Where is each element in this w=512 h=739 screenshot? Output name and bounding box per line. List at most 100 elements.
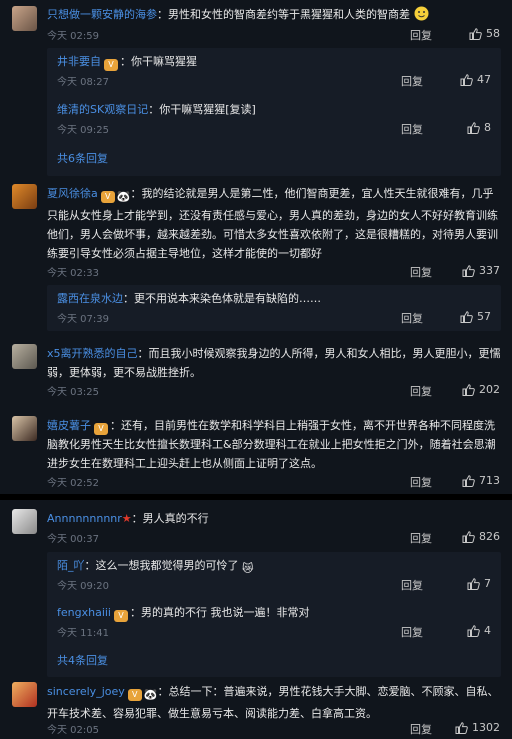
reply-button[interactable]: 回复 [410, 721, 432, 737]
username-link[interactable]: 陌_吖 [57, 559, 85, 572]
avatar[interactable] [12, 682, 37, 707]
like-count: 713 [479, 474, 500, 487]
reply-button[interactable]: 回复 [401, 121, 423, 137]
like-button[interactable]: 57 [460, 310, 491, 323]
like-count: 7 [484, 577, 491, 590]
comment-meta: 今天 02:59 回复 58 [47, 27, 500, 43]
username-link[interactable]: 露西在泉水边 [57, 292, 123, 305]
comment-meta: 今天 02:52 回复 713 [47, 474, 500, 490]
vip-badge-icon: V [127, 689, 142, 701]
sub-reply-text: fengxhaiii V ：男的真的不行 我也说一遍！非常对 [57, 606, 310, 622]
like-count: 57 [477, 310, 491, 323]
sub-reply-text: 维清的SK观察日记：你干嘛骂猩猩[复读] [57, 103, 256, 116]
thumb-up-icon [467, 577, 480, 590]
more-replies-link[interactable]: 共6条回复 [57, 150, 108, 166]
like-button[interactable]: 1302 [455, 721, 500, 734]
vip-badge-icon: V [104, 59, 118, 71]
username-link[interactable]: sincerely_joey [47, 685, 125, 698]
sub-reply-meta: 今天 07:39 回复 57 [57, 310, 491, 326]
like-button[interactable]: 4 [467, 624, 491, 637]
like-count: 47 [477, 73, 491, 86]
comment-time: 今天 02:52 [47, 478, 99, 489]
reply-button[interactable]: 回复 [401, 73, 423, 89]
panda-icon: 🐼 [116, 190, 131, 203]
sub-replies: 陌_吖：这么一想我都觉得男的可怜了 😿 今天 09:20 回复 7 fengxh… [47, 552, 501, 677]
comment-meta: 今天 02:05 回复 1302 [47, 721, 500, 737]
comment-time: 今天 02:05 [47, 725, 99, 736]
sub-replies: 露西在泉水边：更不用说本来染色体就是有缺陷的…… 今天 07:39 回复 57 [47, 285, 501, 331]
thumb-up-icon [462, 383, 475, 396]
comment-time: 今天 02:33 [47, 268, 99, 279]
star-badge-icon: ★ [121, 512, 132, 525]
comment-meta: 今天 00:37 回复 826 [47, 530, 500, 546]
like-button[interactable]: 47 [460, 73, 491, 86]
like-button[interactable]: 202 [462, 383, 500, 396]
reply-button[interactable]: 回复 [410, 474, 432, 490]
reply-time: 今天 08:27 [57, 77, 109, 88]
avatar[interactable] [12, 509, 37, 534]
like-count: 202 [479, 383, 500, 396]
vip-badge-icon: V [94, 423, 108, 435]
username-link[interactable]: 维清的SK观察日记 [57, 103, 148, 116]
username-link[interactable]: x5离开熟悉的自己 [47, 347, 138, 360]
thumb-up-icon [460, 310, 473, 323]
comment-meta: 今天 02:33 回复 337 [47, 264, 500, 280]
reply-button[interactable]: 回复 [401, 310, 423, 326]
comment-text: 嬉皮薯子 V ：还有，目前男性在数学和科学科目上稍强于女性，离不开世界各种不同程度洗… [47, 419, 496, 470]
thumb-up-icon [462, 530, 475, 543]
like-button[interactable]: 58 [469, 27, 500, 40]
avatar[interactable] [12, 344, 37, 369]
avatar[interactable] [12, 416, 37, 441]
avatar[interactable] [12, 184, 37, 209]
reply-button[interactable]: 回复 [410, 530, 432, 546]
username-link[interactable]: 井非要自 [57, 55, 101, 68]
like-count: 337 [479, 264, 500, 277]
sub-reply-meta: 今天 11:41 回复 4 [57, 624, 491, 640]
thumb-up-icon [467, 121, 480, 134]
reply-button[interactable]: 回复 [410, 383, 432, 399]
sub-reply-text: 陌_吖：这么一想我都觉得男的可怜了 😿 [57, 556, 491, 578]
cat-emoji-icon: 😿 [242, 562, 254, 575]
like-button[interactable]: 8 [467, 121, 491, 134]
comment-text: x5离开熟悉的自己：而且我小时候观察我身边的人所得，男人和女人相比，男人更胆小，… [47, 347, 501, 379]
like-button[interactable]: 7 [467, 577, 491, 590]
like-button[interactable]: 337 [462, 264, 500, 277]
like-count: 8 [484, 121, 491, 134]
thumb-up-icon [462, 264, 475, 277]
comments-panel-top: 只想做一颗安静的海参：男性和女性的智商差约等于黑猩猩和人类的智商差 今天 02:… [0, 0, 512, 494]
reply-time: 今天 07:39 [57, 314, 109, 325]
comment-text: sincerely_joey V 🐼：总结一下：普遍来说，男性花钱大手大脚、恋爱脑、… [47, 685, 499, 720]
smile-emoji-icon [414, 6, 429, 27]
thumb-up-icon [455, 721, 468, 734]
reply-button[interactable]: 回复 [410, 264, 432, 280]
avatar[interactable] [12, 6, 37, 31]
more-replies-link[interactable]: 共4条回复 [57, 652, 108, 668]
username-link[interactable]: 只想做一颗安静的海参 [47, 8, 157, 21]
username-link[interactable]: 嬉皮薯子 [47, 419, 91, 432]
sub-reply-text: 井非要自 V ：你干嘛骂猩猩 [57, 55, 197, 71]
comment-meta: 今天 03:25 回复 202 [47, 383, 500, 399]
sub-reply-text: 露西在泉水边：更不用说本来染色体就是有缺陷的…… [57, 292, 321, 305]
comment-time: 今天 03:25 [47, 387, 99, 398]
sub-replies: 井非要自 V ：你干嘛骂猩猩 今天 08:27 回复 47 维清的SK观察日记：你干… [47, 48, 501, 176]
reply-button[interactable]: 回复 [401, 577, 423, 593]
like-count: 1302 [472, 721, 500, 734]
panda-icon: 🐼 [143, 688, 158, 701]
like-count: 4 [484, 624, 491, 637]
like-button[interactable]: 713 [462, 474, 500, 487]
reply-time: 今天 11:41 [57, 628, 109, 639]
sub-reply-meta: 今天 08:27 回复 47 [57, 73, 491, 89]
reply-button[interactable]: 回复 [401, 624, 423, 640]
username-link[interactable]: fengxhaiii [57, 606, 111, 619]
like-button[interactable]: 826 [462, 530, 500, 543]
username-link[interactable]: 夏风徐徐a [47, 187, 98, 200]
reply-time: 今天 09:25 [57, 125, 109, 136]
reply-button[interactable]: 回复 [410, 27, 432, 43]
comment-text: Annnnnnnnnr★：男人真的不行 [47, 512, 209, 525]
reply-time: 今天 09:20 [57, 581, 109, 592]
like-count: 58 [486, 27, 500, 40]
comments-panel-bottom: Annnnnnnnnr★：男人真的不行 今天 00:37 回复 826 陌_吖：… [0, 500, 512, 739]
comment-text: 只想做一颗安静的海参：男性和女性的智商差约等于黑猩猩和人类的智商差 [47, 5, 502, 27]
username-link[interactable]: Annnnnnnnnr [47, 512, 122, 525]
comment-time: 今天 00:37 [47, 534, 99, 545]
